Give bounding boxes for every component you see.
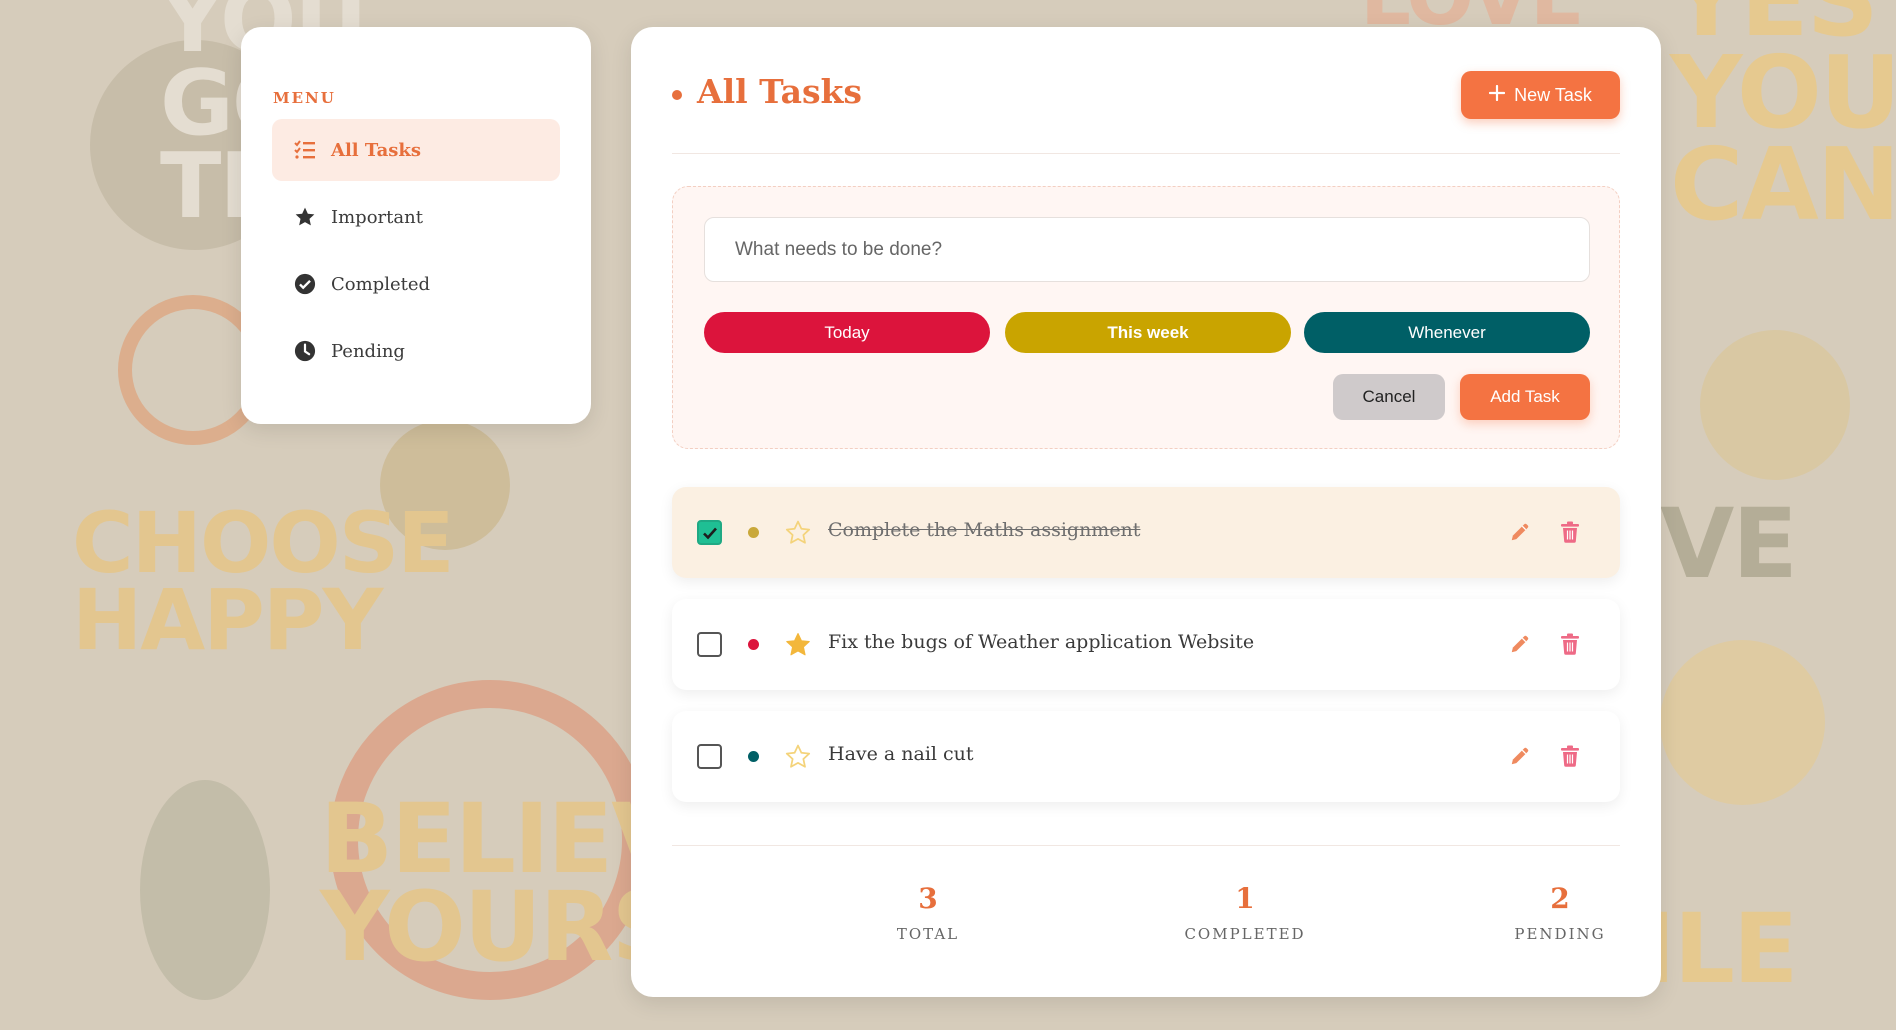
list-check-icon [293, 138, 317, 162]
pencil-icon[interactable] [1507, 631, 1533, 657]
sidebar-item-label: Important [331, 206, 423, 228]
priority-dot [748, 639, 759, 650]
trash-icon[interactable] [1557, 631, 1583, 657]
sidebar-item-completed[interactable]: Completed [272, 253, 560, 315]
stat-total-label: TOTAL [896, 925, 960, 943]
priority-whenever-button[interactable]: Whenever [1304, 312, 1590, 353]
bg-smiley-face [1660, 640, 1825, 805]
pencil-icon[interactable] [1507, 519, 1533, 545]
sidebar-item-label: All Tasks [331, 139, 421, 161]
page-header: All Tasks New Task [672, 27, 1620, 154]
stat-completed: 1 COMPLETED [1145, 882, 1345, 943]
task-text: Complete the Maths assignment [828, 519, 1141, 541]
add-task-form: Today This week Whenever Cancel Add Task [672, 186, 1620, 449]
bg-word-yes-you-can: YES YOU CAN [1670, 0, 1896, 243]
main-panel: All Tasks New Task Today This week Whene… [631, 27, 1661, 997]
priority-dot [748, 751, 759, 762]
new-task-label: New Task [1514, 84, 1592, 105]
priority-dot [748, 527, 759, 538]
trash-icon[interactable] [1557, 743, 1583, 769]
priority-this-week-button[interactable]: This week [1005, 312, 1291, 353]
task-input[interactable] [704, 217, 1590, 282]
task-checkbox[interactable] [697, 744, 722, 769]
page-title: All Tasks [697, 72, 862, 111]
star-filled-icon[interactable] [784, 631, 812, 659]
check-circle-icon [293, 272, 317, 296]
bg-word-choose-happy: CHOOSE HAPPY [72, 494, 455, 670]
pencil-icon[interactable] [1507, 743, 1533, 769]
stat-pending-label: PENDING [1514, 925, 1606, 943]
sidebar-item-label: Pending [331, 340, 405, 362]
task-item: Fix the bugs of Weather application Webs… [672, 599, 1620, 690]
bg-sun-shape [1700, 330, 1850, 480]
new-task-button[interactable]: New Task [1461, 71, 1620, 119]
menu-heading: MENU [273, 89, 336, 107]
stat-total-value: 3 [918, 882, 938, 915]
task-item: Complete the Maths assignment [672, 487, 1620, 578]
sidebar-item-important[interactable]: Important [272, 186, 560, 248]
stat-completed-label: COMPLETED [1184, 925, 1306, 943]
priority-today-button[interactable]: Today [704, 312, 990, 353]
bg-leaf-shape [140, 780, 270, 1000]
cancel-button[interactable]: Cancel [1333, 374, 1445, 420]
plus-icon [1489, 84, 1506, 106]
trash-icon[interactable] [1557, 519, 1583, 545]
sidebar-item-all-tasks[interactable]: All Tasks [272, 119, 560, 181]
sidebar: MENU All Tasks Important Completed Pendi… [241, 27, 591, 424]
star-icon [293, 205, 317, 229]
star-outline-icon[interactable] [784, 519, 812, 547]
stat-pending: 2 PENDING [1460, 882, 1660, 943]
title-bullet [672, 90, 682, 100]
stat-pending-value: 2 [1550, 882, 1570, 915]
task-text: Fix the bugs of Weather application Webs… [828, 631, 1255, 653]
star-outline-icon[interactable] [784, 743, 812, 771]
clock-icon [293, 339, 317, 363]
checkmark-icon [702, 527, 717, 539]
task-checkbox[interactable] [697, 632, 722, 657]
stat-completed-value: 1 [1235, 882, 1255, 915]
sidebar-item-label: Completed [331, 273, 431, 295]
bg-word-ile: ILE [1640, 893, 1798, 1005]
stat-total: 3 TOTAL [828, 882, 1028, 943]
task-item: Have a nail cut [672, 711, 1620, 802]
add-task-button[interactable]: Add Task [1460, 374, 1590, 420]
bg-word-ve: VE [1660, 488, 1798, 600]
task-checkbox[interactable] [697, 520, 722, 545]
sidebar-item-pending[interactable]: Pending [272, 320, 560, 382]
stats-divider [672, 845, 1620, 846]
task-text: Have a nail cut [828, 743, 974, 765]
